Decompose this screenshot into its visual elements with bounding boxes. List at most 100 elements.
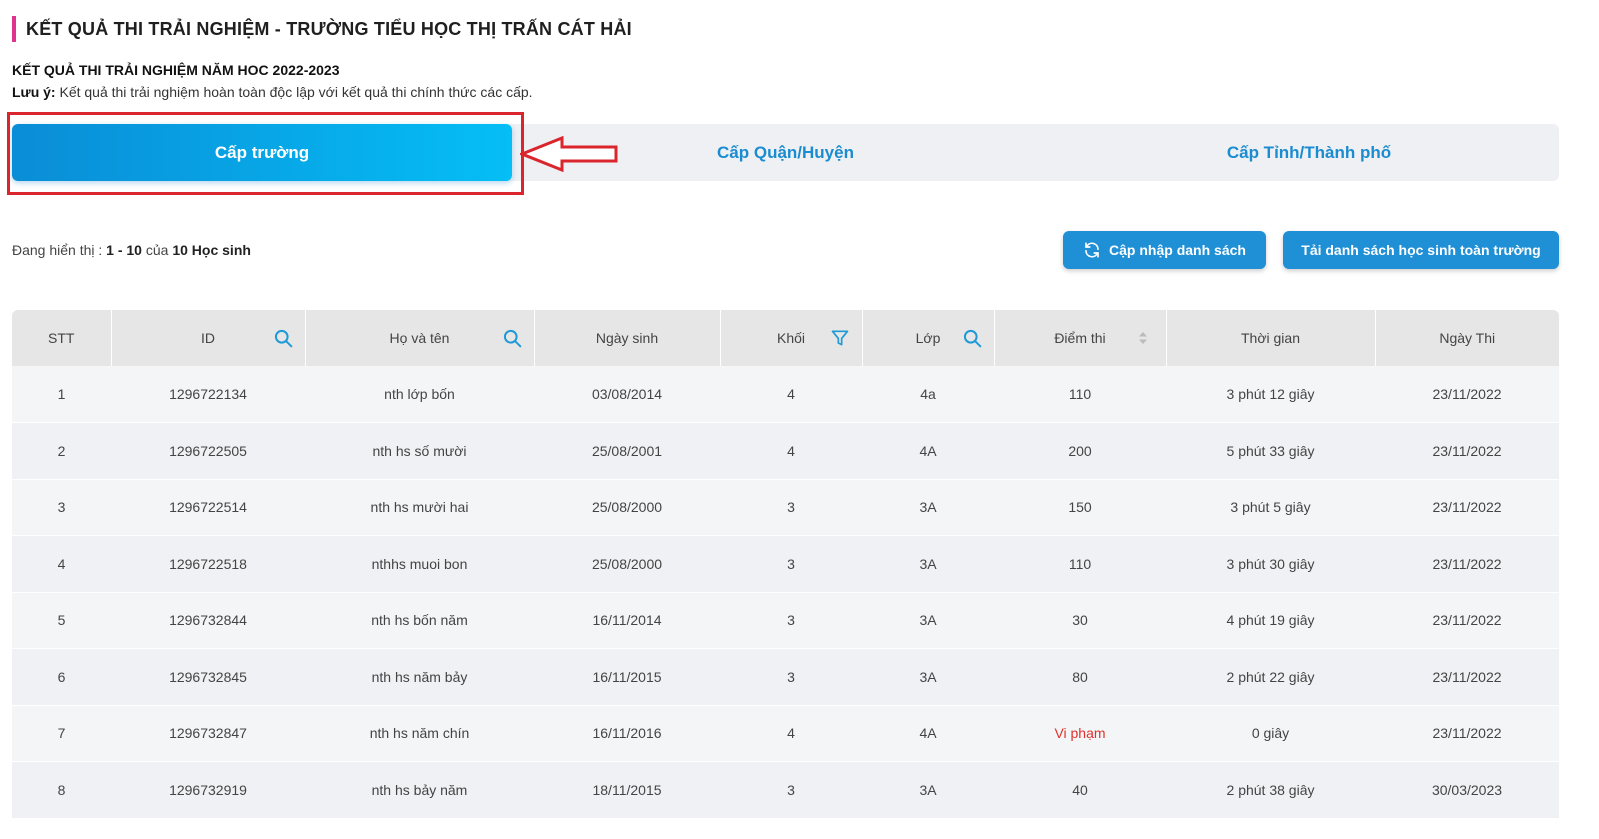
cell-name: nth hs bốn năm bbox=[305, 592, 534, 649]
cell-score: 150 bbox=[994, 479, 1166, 536]
search-icon[interactable] bbox=[502, 328, 522, 348]
cell-score: 110 bbox=[994, 535, 1166, 593]
cell-grade: 4 bbox=[720, 422, 862, 480]
search-icon[interactable] bbox=[962, 328, 982, 348]
cell-id: 1296722505 bbox=[111, 422, 305, 480]
cell-name: nth hs năm chín bbox=[305, 705, 534, 762]
cell-stt: 3 bbox=[12, 479, 111, 536]
cell-exam-date: 23/11/2022 bbox=[1375, 479, 1559, 536]
refresh-list-button[interactable]: Cập nhập danh sách bbox=[1063, 231, 1266, 269]
col-header-class: Lớp bbox=[862, 310, 995, 366]
cell-stt: 5 bbox=[12, 592, 111, 649]
cell-id: 1296732919 bbox=[111, 761, 305, 819]
table-row: 3 1296722514 nth hs mười hai 25/08/2000 … bbox=[12, 479, 1559, 536]
tab-province-level[interactable]: Cấp Tỉnh/Thành phố bbox=[1059, 124, 1559, 181]
filter-icon[interactable] bbox=[830, 328, 850, 348]
showing-range: 1 - 10 bbox=[106, 242, 142, 258]
cell-stt: 7 bbox=[12, 705, 111, 762]
cell-id: 1296722518 bbox=[111, 535, 305, 593]
cell-name: nthhs muoi bon bbox=[305, 535, 534, 593]
cell-time: 3 phút 12 giây bbox=[1166, 366, 1375, 423]
cell-class: 3A bbox=[862, 535, 994, 593]
results-subtitle: KẾT QUẢ THI TRẢI NGHIỆM NĂM HOC 2022-202… bbox=[12, 62, 340, 78]
cell-score: 30 bbox=[994, 592, 1166, 649]
table-row: 5 1296732844 nth hs bốn năm 16/11/2014 3… bbox=[12, 592, 1559, 649]
cell-stt: 2 bbox=[12, 422, 111, 480]
results-table: STT ID Họ và tên Ngày sinh Khối Lớp Điểm… bbox=[12, 310, 1559, 819]
cell-exam-date: 23/11/2022 bbox=[1375, 422, 1559, 480]
cell-exam-date: 23/11/2022 bbox=[1375, 648, 1559, 706]
annotation-arrow-icon bbox=[520, 136, 618, 172]
download-school-list-label: Tải danh sách học sinh toàn trường bbox=[1301, 242, 1541, 258]
cell-id: 1296732844 bbox=[111, 592, 305, 649]
cell-class: 3A bbox=[862, 592, 994, 649]
cell-exam-date: 23/11/2022 bbox=[1375, 535, 1559, 593]
cell-time: 2 phút 22 giây bbox=[1166, 648, 1375, 706]
cell-score: 40 bbox=[994, 761, 1166, 819]
showing-prefix: Đang hiển thị : bbox=[12, 242, 107, 258]
cell-dob: 25/08/2000 bbox=[534, 535, 720, 593]
cell-grade: 4 bbox=[720, 705, 862, 762]
cell-class: 3A bbox=[862, 479, 994, 536]
cell-score: 80 bbox=[994, 648, 1166, 706]
search-icon[interactable] bbox=[273, 328, 293, 348]
cell-dob: 25/08/2001 bbox=[534, 422, 720, 480]
table-row: 4 1296722518 nthhs muoi bon 25/08/2000 3… bbox=[12, 535, 1559, 593]
cell-time: 4 phút 19 giây bbox=[1166, 592, 1375, 649]
cell-name: nth hs số mười bbox=[305, 422, 534, 480]
col-header-dob: Ngày sinh bbox=[534, 310, 721, 366]
cell-class: 3A bbox=[862, 761, 994, 819]
cell-score: 200 bbox=[994, 422, 1166, 480]
table-row: 8 1296732919 nth hs bảy năm 18/11/2015 3… bbox=[12, 761, 1559, 819]
cell-name: nth lớp bốn bbox=[305, 366, 534, 423]
cell-dob: 18/11/2015 bbox=[534, 761, 720, 819]
cell-time: 2 phút 38 giây bbox=[1166, 761, 1375, 819]
cell-dob: 16/11/2016 bbox=[534, 705, 720, 762]
note: Lưu ý: Kết quả thi trải nghiệm hoàn toàn… bbox=[12, 84, 533, 100]
cell-time: 0 giây bbox=[1166, 705, 1375, 762]
cell-grade: 4 bbox=[720, 366, 862, 423]
cell-id: 1296732847 bbox=[111, 705, 305, 762]
cell-class: 4a bbox=[862, 366, 994, 423]
cell-grade: 3 bbox=[720, 479, 862, 536]
table-header-row: STT ID Họ và tên Ngày sinh Khối Lớp Điểm… bbox=[12, 310, 1559, 366]
cell-time: 3 phút 5 giây bbox=[1166, 479, 1375, 536]
cell-stt: 6 bbox=[12, 648, 111, 706]
showing-count: Đang hiển thị : 1 - 10 của 10 Học sinh bbox=[12, 242, 251, 258]
cell-dob: 03/08/2014 bbox=[534, 366, 720, 423]
cell-grade: 3 bbox=[720, 761, 862, 819]
note-label: Lưu ý: bbox=[12, 84, 56, 100]
cell-score-violation: Vi phạm bbox=[994, 705, 1166, 762]
showing-of: của bbox=[141, 242, 173, 258]
cell-name: nth hs năm bảy bbox=[305, 648, 534, 706]
cell-stt: 4 bbox=[12, 535, 111, 593]
col-header-score: Điểm thi bbox=[994, 310, 1167, 366]
cell-exam-date: 23/11/2022 bbox=[1375, 592, 1559, 649]
col-header-grade: Khối bbox=[720, 310, 863, 366]
cell-exam-date: 23/11/2022 bbox=[1375, 366, 1559, 423]
showing-total: 10 Học sinh bbox=[172, 242, 251, 258]
cell-class: 4A bbox=[862, 422, 994, 480]
refresh-icon bbox=[1085, 242, 1099, 258]
col-header-name: Họ và tên bbox=[305, 310, 535, 366]
cell-grade: 3 bbox=[720, 535, 862, 593]
cell-grade: 3 bbox=[720, 592, 862, 649]
tab-school-level[interactable]: Cấp trường bbox=[12, 124, 512, 181]
cell-dob: 16/11/2014 bbox=[534, 592, 720, 649]
sort-icon[interactable] bbox=[1138, 330, 1148, 346]
table-row: 1 1296722134 nth lớp bốn 03/08/2014 4 4a… bbox=[12, 366, 1559, 423]
page-title: KẾT QUẢ THI TRẢI NGHIỆM - TRƯỜNG TIỂU HỌ… bbox=[12, 16, 632, 42]
table-row: 6 1296732845 nth hs năm bảy 16/11/2015 3… bbox=[12, 648, 1559, 706]
cell-name: nth hs bảy năm bbox=[305, 761, 534, 819]
refresh-list-label: Cập nhập danh sách bbox=[1109, 242, 1246, 258]
cell-grade: 3 bbox=[720, 648, 862, 706]
col-header-time: Thời gian bbox=[1166, 310, 1376, 366]
cell-class: 3A bbox=[862, 648, 994, 706]
cell-id: 1296722134 bbox=[111, 366, 305, 423]
cell-exam-date: 23/11/2022 bbox=[1375, 705, 1559, 762]
table-row: 7 1296732847 nth hs năm chín 16/11/2016 … bbox=[12, 705, 1559, 762]
cell-time: 3 phút 30 giây bbox=[1166, 535, 1375, 593]
download-school-list-button[interactable]: Tải danh sách học sinh toàn trường bbox=[1283, 231, 1559, 269]
cell-exam-date: 30/03/2023 bbox=[1375, 761, 1559, 819]
note-text: Kết quả thi trải nghiệm hoàn toàn độc lậ… bbox=[55, 84, 533, 100]
